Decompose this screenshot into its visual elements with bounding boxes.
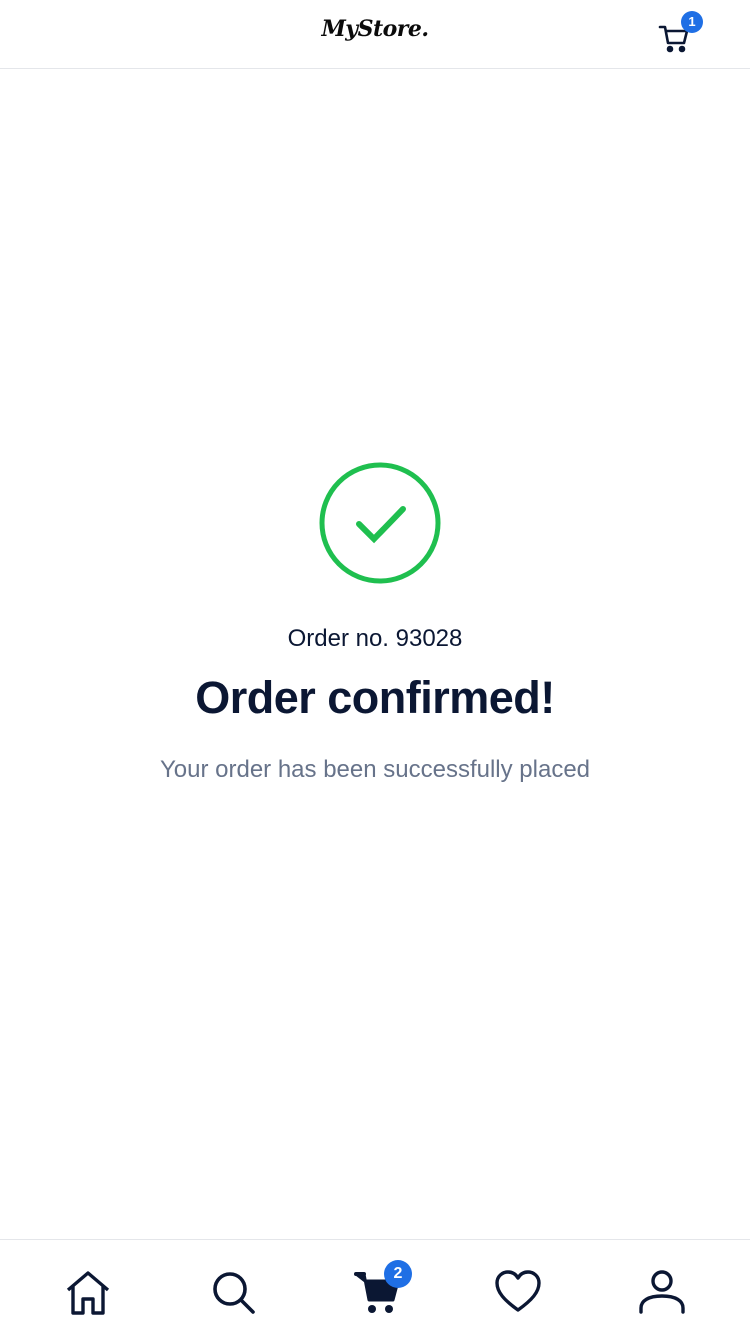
user-icon [639,1270,685,1314]
nav-search-button[interactable] [203,1262,263,1322]
success-check-icon [319,462,441,584]
cart-count-badge: 1 [681,11,703,33]
home-icon [66,1271,110,1315]
nav-cart-button[interactable]: 2 [348,1260,412,1322]
heart-icon [495,1270,541,1312]
top-bar: MyStore. 1 [0,0,750,69]
search-icon [213,1272,255,1314]
nav-account-button[interactable] [632,1262,692,1322]
confirmation-message: Your order has been successfully placed [159,756,591,783]
order-number: Order no. 93028 [287,625,463,652]
nav-wishlist-button[interactable] [488,1262,548,1322]
cart-count-badge: 2 [384,1260,412,1288]
header-cart-button[interactable]: 1 [656,11,703,58]
nav-home-button[interactable] [58,1262,118,1322]
app: MyStore. 1 Order no. 93028 Order confirm… [0,0,750,1334]
store-logo[interactable]: MyStore. [0,16,750,42]
bottom-navigation: 2 [0,1239,750,1334]
confirmation-title: Order confirmed! [195,672,555,723]
